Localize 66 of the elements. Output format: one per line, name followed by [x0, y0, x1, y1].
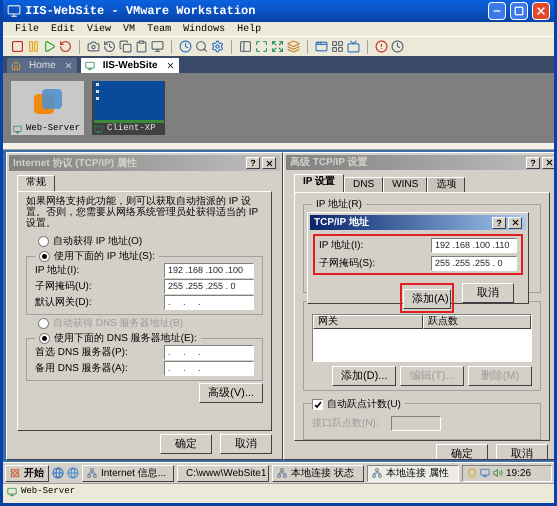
- field-label: 接口跃点数(N):: [312, 416, 379, 431]
- help-button[interactable]: ?: [526, 156, 540, 168]
- menu-item[interactable]: Help: [237, 22, 262, 36]
- menu-item[interactable]: VM: [123, 22, 136, 36]
- taskbar-button[interactable]: 本地连接 属性: [367, 464, 459, 482]
- ok-button[interactable]: 确定: [436, 444, 488, 459]
- menu-item[interactable]: Team: [147, 22, 172, 36]
- ip-address-field[interactable]: 192 .168 .100 .110: [431, 238, 517, 253]
- field-label: 子网掩码(S):: [319, 257, 376, 271]
- window-title: IIS-WebSite - VMware Workstation: [25, 3, 256, 20]
- gateway-list[interactable]: 网关 跃点数: [312, 314, 532, 362]
- field-label: IP 地址(I):: [35, 264, 80, 278]
- clock-text: 19:26: [506, 466, 532, 480]
- tab-label: IIS-WebSite: [102, 59, 159, 73]
- menu-item[interactable]: Windows: [183, 22, 226, 36]
- dialog-tab[interactable]: 常规: [17, 175, 55, 191]
- dialog-tab[interactable]: IP 设置: [294, 174, 344, 192]
- document-tab[interactable]: Home: [7, 58, 77, 73]
- ip-address-field[interactable]: 255 .255 .255 . 0: [164, 279, 254, 294]
- help-button[interactable]: ?: [492, 216, 506, 228]
- field-label: 首选 DNS 服务器(P):: [35, 346, 128, 360]
- ip-address-field[interactable]: . . .: [164, 361, 254, 376]
- radio-button[interactable]: 自动获得 IP 地址(O): [38, 235, 263, 248]
- vm-thumbnail[interactable]: Web-Server: [11, 81, 84, 135]
- menu-item[interactable]: File: [15, 22, 40, 36]
- taskbar-button[interactable]: 本地连接 状态: [272, 464, 364, 482]
- add-button[interactable]: 添加(A): [403, 289, 451, 310]
- ok-button[interactable]: 确定: [160, 434, 212, 454]
- taskbar-button[interactable]: Internet 信息...: [82, 464, 174, 482]
- taskbar-button[interactable]: C:\www\WebSite1: [177, 464, 269, 482]
- menu-item[interactable]: View: [87, 22, 112, 36]
- description-text: 如果网络支持此功能，则可以获取自动指派的 IP 设置。否则，您需要从网络系统管理员处获得适当的 IP 设置。: [26, 196, 260, 229]
- gateway-button[interactable]: 添加(D)...: [332, 366, 396, 386]
- dialog-tab[interactable]: 选项: [427, 177, 466, 192]
- help-button[interactable]: ?: [246, 157, 260, 169]
- dialog-title: TCP/IP 地址: [314, 216, 370, 230]
- field-label: IP 地址(I):: [319, 238, 364, 253]
- ip-address-field[interactable]: 255 .255 .255 . 0: [431, 256, 517, 271]
- status-text: Web-Server: [21, 485, 76, 498]
- ip-address-field[interactable]: 192 .168 .100 .100: [164, 263, 254, 278]
- cancel-button[interactable]: 取消: [462, 283, 514, 303]
- cancel-button[interactable]: 取消: [220, 434, 272, 454]
- vm-thumbnail[interactable]: Client-XP: [92, 81, 165, 135]
- start-button[interactable]: 开始: [5, 464, 49, 482]
- document-tab[interactable]: IIS-WebSite: [80, 58, 179, 73]
- field-label: 备用 DNS 服务器(A):: [35, 362, 128, 376]
- cancel-button[interactable]: 取消: [496, 444, 548, 459]
- advanced-button[interactable]: 高级(V)...: [199, 383, 263, 403]
- thumbnail-label: Web-Server: [26, 122, 80, 136]
- ip-address-field[interactable]: . . .: [164, 345, 254, 360]
- field-label: 默认网关(D):: [35, 296, 92, 310]
- group-label: IP 地址(R): [315, 198, 363, 212]
- tab-label: Home: [28, 59, 57, 73]
- dialog-tab[interactable]: DNS: [344, 177, 384, 192]
- radio-button[interactable]: 使用下面的 DNS 服务器地址(E):: [39, 332, 197, 345]
- dialog-tab[interactable]: WINS: [383, 177, 428, 192]
- radio-button[interactable]: 使用下面的 IP 地址(S):: [39, 250, 155, 263]
- dialog-title: Internet 协议 (TCP/IP) 属性: [13, 156, 138, 170]
- thumbnail-label: Client-XP: [107, 122, 156, 136]
- menu-item[interactable]: Edit: [51, 22, 76, 36]
- column-header[interactable]: 跃点数: [423, 315, 531, 329]
- checkbox[interactable]: 自动跃点计数(U): [312, 397, 405, 412]
- field-label: 子网掩码(U):: [35, 280, 92, 294]
- dialog-title: 高级 TCP/IP 设置: [290, 155, 369, 170]
- column-header[interactable]: 网关: [313, 315, 423, 329]
- ip-address-field[interactable]: . . .: [164, 295, 254, 310]
